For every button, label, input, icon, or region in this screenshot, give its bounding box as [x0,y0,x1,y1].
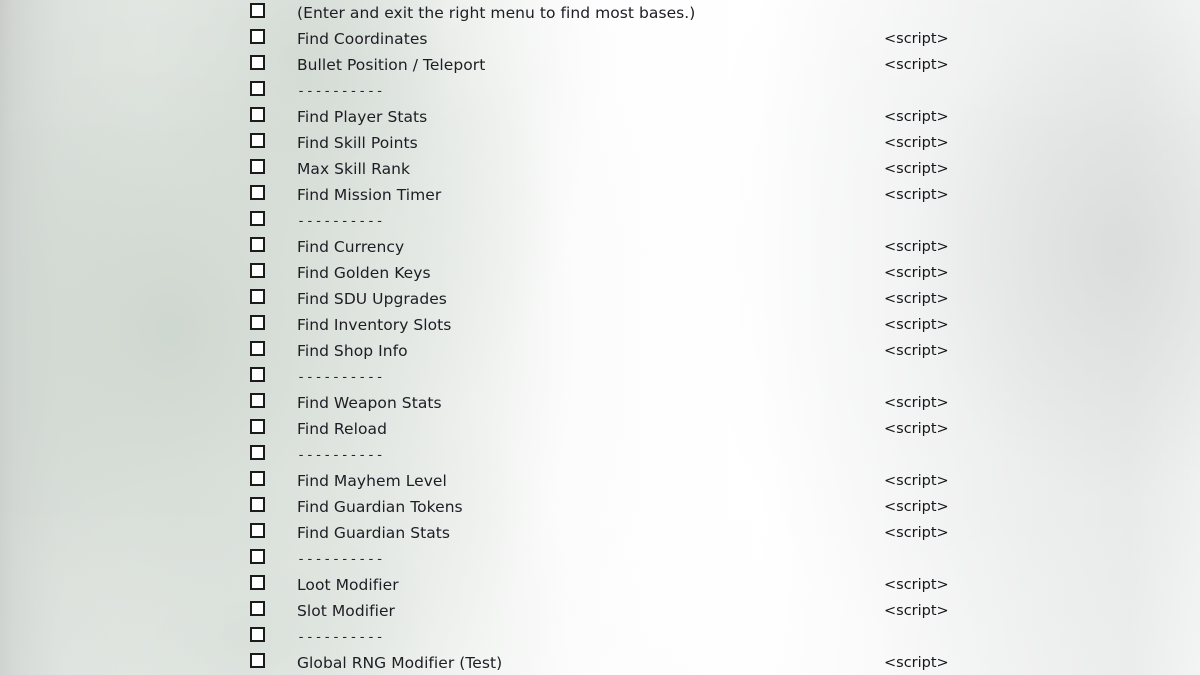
row-label: Find Shop Info [297,342,408,360]
script-badge[interactable]: <script> [884,52,949,78]
list-item[interactable]: Bullet Position / Teleport <script> [0,52,1200,78]
row-checkbox[interactable] [250,627,265,642]
row-checkbox[interactable] [250,289,265,304]
list-item[interactable]: (Enter and exit the right menu to find m… [0,0,1200,26]
list-item[interactable]: Max Skill Rank <script> [0,156,1200,182]
row-checkbox[interactable] [250,601,265,616]
script-badge[interactable]: <script> [884,572,949,598]
row-label: Find Mission Timer [297,186,442,204]
row-label: Find SDU Upgrades [297,290,447,308]
row-label: Find Skill Points [297,134,418,152]
list-item[interactable]: Find Skill Points <script> [0,130,1200,156]
list-item[interactable]: Slot Modifier <script> [0,598,1200,624]
list-item[interactable]: Find Golden Keys <script> [0,260,1200,286]
list-item[interactable]: Find Weapon Stats <script> [0,390,1200,416]
list-item[interactable]: Find Guardian Tokens <script> [0,494,1200,520]
row-label: Slot Modifier [297,602,395,620]
script-badge[interactable]: <script> [884,260,949,286]
row-checkbox[interactable] [250,419,265,434]
row-checkbox[interactable] [250,185,265,200]
row-label: Loot Modifier [297,576,399,594]
row-label: Find Guardian Stats [297,524,451,542]
separator-label: ---------- [297,629,385,645]
script-badge[interactable]: <script> [884,598,949,624]
list-item[interactable]: Global RNG Modifier (Test) <script> [0,650,1200,675]
row-label: (Enter and exit the right menu to find m… [297,4,696,22]
row-checkbox[interactable] [250,471,265,486]
separator-label: ---------- [297,447,385,463]
row-checkbox[interactable] [250,29,265,44]
row-checkbox[interactable] [250,315,265,330]
list-item[interactable]: Find Shop Info <script> [0,338,1200,364]
list-item[interactable]: Find Mayhem Level <script> [0,468,1200,494]
script-badge[interactable]: <script> [884,286,949,312]
separator-label: ---------- [297,83,385,99]
script-badge[interactable]: <script> [884,156,949,182]
script-badge[interactable]: <script> [884,26,949,52]
row-label: Find Guardian Tokens [297,498,463,516]
row-label: Max Skill Rank [297,160,411,178]
row-label: Find Mayhem Level [297,472,447,490]
row-checkbox[interactable] [250,81,265,96]
row-checkbox[interactable] [250,3,265,18]
row-label: Bullet Position / Teleport [297,56,486,74]
separator-label: ---------- [297,551,385,567]
script-badge[interactable]: <script> [884,494,949,520]
row-checkbox[interactable] [250,341,265,356]
script-badge[interactable]: <script> [884,390,949,416]
script-badge[interactable]: <script> [884,650,949,675]
list-item[interactable]: Find Player Stats <script> [0,104,1200,130]
row-checkbox[interactable] [250,55,265,70]
row-label: Find Golden Keys [297,264,431,282]
list-separator-row: ---------- [0,364,1200,390]
row-checkbox[interactable] [250,653,265,668]
row-checkbox[interactable] [250,445,265,460]
row-label: Find Coordinates [297,30,428,48]
row-checkbox[interactable] [250,133,265,148]
row-label: Global RNG Modifier (Test) [297,654,503,672]
script-badge[interactable]: <script> [884,312,949,338]
row-label: Find Reload [297,420,387,438]
script-badge[interactable]: <script> [884,338,949,364]
row-checkbox[interactable] [250,211,265,226]
row-checkbox[interactable] [250,159,265,174]
list-item[interactable]: Find Currency <script> [0,234,1200,260]
list-item[interactable]: Find Inventory Slots <script> [0,312,1200,338]
script-badge[interactable]: <script> [884,520,949,546]
script-badge[interactable]: <script> [884,104,949,130]
row-checkbox[interactable] [250,393,265,408]
row-label: Find Currency [297,238,405,256]
row-checkbox[interactable] [250,263,265,278]
separator-label: ---------- [297,213,385,229]
list-separator-row: ---------- [0,442,1200,468]
list-item[interactable]: Find Guardian Stats <script> [0,520,1200,546]
list-item[interactable]: Find Coordinates <script> [0,26,1200,52]
row-checkbox[interactable] [250,523,265,538]
script-badge[interactable]: <script> [884,468,949,494]
row-checkbox[interactable] [250,237,265,252]
script-badge[interactable]: <script> [884,182,949,208]
list-separator-row: ---------- [0,78,1200,104]
row-checkbox[interactable] [250,107,265,122]
row-checkbox[interactable] [250,367,265,382]
row-checkbox[interactable] [250,575,265,590]
script-badge[interactable]: <script> [884,416,949,442]
row-checkbox[interactable] [250,497,265,512]
row-label: Find Player Stats [297,108,428,126]
row-checkbox[interactable] [250,549,265,564]
script-list: (Enter and exit the right menu to find m… [0,0,1200,675]
list-item[interactable]: Find SDU Upgrades <script> [0,286,1200,312]
separator-label: ---------- [297,369,385,385]
list-item[interactable]: Find Reload <script> [0,416,1200,442]
list-separator-row: ---------- [0,624,1200,650]
list-separator-row: ---------- [0,208,1200,234]
list-separator-row: ---------- [0,546,1200,572]
script-badge[interactable]: <script> [884,130,949,156]
script-badge[interactable]: <script> [884,234,949,260]
list-item[interactable]: Loot Modifier <script> [0,572,1200,598]
row-label: Find Inventory Slots [297,316,452,334]
list-item[interactable]: Find Mission Timer <script> [0,182,1200,208]
row-label: Find Weapon Stats [297,394,442,412]
